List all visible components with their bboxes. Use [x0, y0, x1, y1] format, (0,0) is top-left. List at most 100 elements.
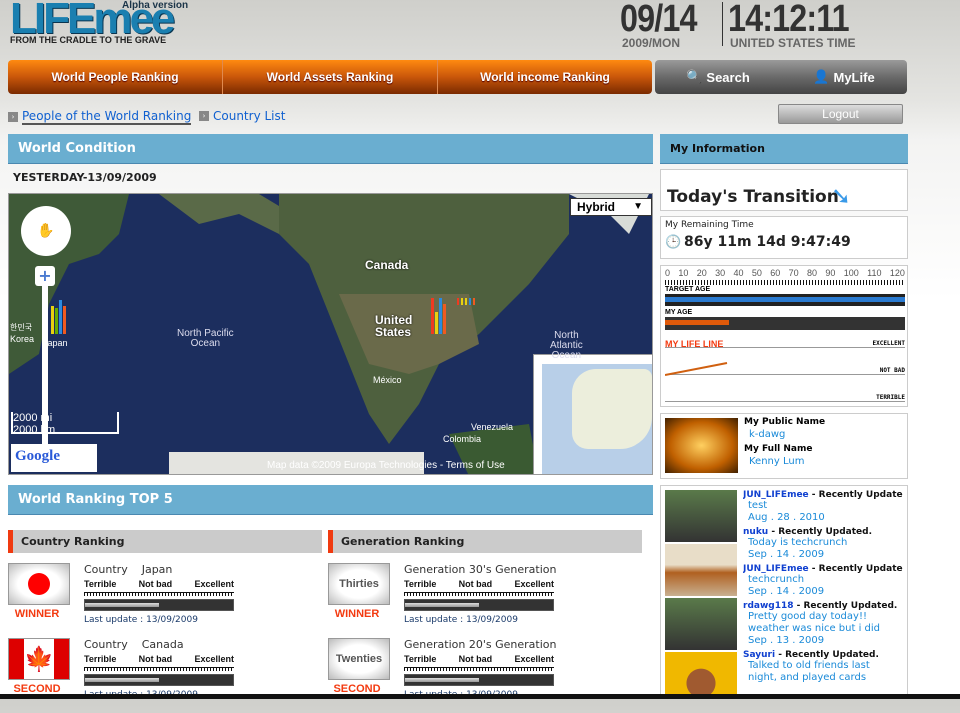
- japan-flag: [8, 563, 70, 605]
- rank-name: Japan: [141, 563, 173, 576]
- generation-rank-1[interactable]: Thirties WINNER Generation 30's Generati…: [328, 563, 648, 638]
- my-information-header: My Information: [660, 134, 908, 164]
- remaining-time-label: My Remaining Time: [665, 220, 754, 230]
- feed-text: Today is techcrunch: [748, 537, 848, 548]
- feed-thumbnail[interactable]: [665, 544, 737, 596]
- scale-excellent: Excellent: [194, 579, 234, 589]
- age-tick-label: 40: [733, 268, 744, 278]
- feed-thumbnail[interactable]: [665, 490, 737, 542]
- generation-ranking-header: Generation Ranking: [328, 530, 642, 553]
- feed-status: - Recently Updated.: [768, 527, 873, 537]
- feed-user[interactable]: JUN_LIFEmee: [743, 564, 809, 574]
- life-chart-box: 0 10 20 30 40 50 60 70 80 90 100 110 120 TARGET AGE …: [660, 265, 908, 407]
- feed-item[interactable]: JUN_LIFEmee - Recently Updated. test Aug .…: [743, 490, 903, 524]
- feed-thumbnail[interactable]: [665, 598, 737, 650]
- score-bar: [404, 674, 554, 686]
- age-tick-label: 60: [770, 268, 781, 278]
- generation-rank-2[interactable]: Twenties SECOND Generation 20's Generati…: [328, 638, 648, 713]
- breadcrumb-people-ranking[interactable]: › People of the World Ranking: [8, 109, 192, 125]
- life-line-graph: [665, 362, 728, 376]
- nav-world-income-ranking[interactable]: World income Ranking: [438, 60, 652, 94]
- map-label-colombia: Colombia: [443, 434, 482, 444]
- age-tick-label: 70: [788, 268, 799, 278]
- age-tick-label: 20: [696, 268, 707, 278]
- world-ranking-header: World Ranking TOP 5: [8, 485, 653, 515]
- feed-list: JUN_LIFEmee - Recently Updated. test Aug .…: [743, 490, 903, 684]
- map-label-north-pacific: North Pacific Ocean: [177, 328, 234, 349]
- rank-name: 30's Generation: [468, 563, 557, 576]
- feed-user[interactable]: JUN_LIFEmee: [743, 490, 809, 500]
- remaining-time-value: 86y 11m 14d 9:47:49: [684, 234, 851, 250]
- rank-title: Country Canada: [84, 638, 184, 651]
- mylife-button[interactable]: 👤 MyLife: [781, 60, 907, 94]
- feed-user[interactable]: rdawg118: [743, 601, 794, 611]
- zoom-in-button[interactable]: +: [35, 266, 55, 286]
- age-tick-label: 120: [889, 268, 905, 278]
- level-excellent: EXCELLENT: [665, 340, 905, 348]
- nav-world-assets-ranking[interactable]: World Assets Ranking: [223, 60, 438, 94]
- age-tick-label: 80: [807, 268, 818, 278]
- feed-item[interactable]: rdawg118 - Recently Updated. Pretty good …: [743, 601, 903, 647]
- age-tick-label: 0: [665, 268, 671, 278]
- country-rank-2[interactable]: 🍁 SECOND Country Canada Terrible Not bad E…: [8, 638, 328, 713]
- feed-item[interactable]: nuku - Recently Updated. Today is techcru…: [743, 527, 903, 561]
- map-label-north-atlantic: North Atlantic Ocean: [550, 330, 583, 361]
- scale-not-bad: Not bad: [138, 579, 173, 589]
- age-axis: 0 10 20 30 40 50 60 70 80 90 100 110 120: [665, 268, 905, 278]
- feed-date: Aug . 28 . 2010: [748, 512, 825, 523]
- rank-title: Country Japan: [84, 563, 172, 576]
- rank-title: Generation 30's Generation: [404, 563, 557, 576]
- logout-button[interactable]: Logout: [778, 104, 903, 124]
- scale-not-bad: Not bad: [458, 654, 493, 664]
- canada-bar-marker[interactable]: [457, 296, 479, 306]
- feed-text: test: [748, 500, 768, 511]
- japan-bar-marker[interactable]: [49, 294, 79, 334]
- scale-ticks: [404, 667, 554, 671]
- my-age-label: MY AGE: [665, 309, 693, 316]
- mylife-label: MyLife: [833, 69, 875, 85]
- pan-control[interactable]: ✋: [21, 206, 71, 256]
- main-nav: World People Ranking World Assets Rankin…: [8, 60, 652, 94]
- activity-feed: JUN_LIFEmee - Recently Updated. test Aug .…: [660, 485, 908, 699]
- us-bar-marker[interactable]: [429, 294, 455, 334]
- feed-status: - Recently Updated.: [793, 601, 898, 611]
- country-rank-1[interactable]: WINNER Country Japan Terrible Not bad Exce…: [8, 563, 328, 638]
- todays-transition-label: Today's Transition: [667, 187, 839, 207]
- world-map[interactable]: Hybrid▼ ✋ + − 2000 mi2000 km Google Map …: [8, 193, 653, 475]
- breadcrumb-country-list[interactable]: › Country List: [199, 109, 285, 123]
- feed-item[interactable]: JUN_LIFEmee - Recently Updated. techcrunc…: [743, 564, 903, 598]
- nav-world-people-ranking[interactable]: World People Ranking: [8, 60, 223, 94]
- scale-not-bad: Not bad: [458, 579, 493, 589]
- map-label-us: United States: [375, 313, 413, 339]
- remaining-time-box: My Remaining Time 🕒 86y 11m 14d 9:47:49: [660, 216, 908, 259]
- map-scale: 2000 mi 2000 km: [11, 412, 119, 436]
- rank-label: Generation: [404, 638, 466, 651]
- map-copyright[interactable]: Map data ©2009 Europa Technologies - Ter…: [267, 460, 505, 471]
- scale-not-bad: Not bad: [138, 654, 173, 664]
- public-name: k-dawg: [749, 429, 786, 440]
- target-age-bar: [665, 294, 905, 306]
- last-update: Last update : 13/09/2009: [84, 615, 198, 625]
- search-button[interactable]: 🔍 Search: [655, 60, 781, 94]
- feed-status: - Recently Updated.: [775, 650, 879, 660]
- clock: 14:12:11: [728, 0, 850, 40]
- map-type-select[interactable]: Hybrid ▼: [570, 198, 652, 216]
- feed-item[interactable]: Sayuri - Recently Updated. Talked to old …: [743, 650, 903, 684]
- age-ticks: [665, 280, 905, 285]
- feed-user[interactable]: Sayuri: [743, 650, 775, 660]
- clock-icon: 🕒: [665, 235, 682, 250]
- avatar[interactable]: [665, 418, 738, 473]
- feed-user[interactable]: nuku: [743, 527, 768, 537]
- map-label-korea-native: 한민국: [10, 323, 33, 332]
- last-update: Last update : 13/09/2009: [404, 615, 518, 625]
- google-logo[interactable]: Google: [11, 444, 97, 472]
- feed-thumbnail[interactable]: [665, 652, 737, 698]
- overview-map[interactable]: [533, 354, 652, 474]
- map-label-japan: Japan: [43, 338, 68, 348]
- map-label-korea: Korea: [10, 334, 35, 344]
- year-day: 2009/MON: [622, 36, 681, 50]
- profile-box: My Public Name k-dawg My Full Name Kenny…: [660, 413, 908, 479]
- search-label: Search: [706, 69, 750, 85]
- feed-thumbnails: [665, 490, 737, 698]
- rating-scale: Terrible Not bad Excellent: [404, 654, 554, 664]
